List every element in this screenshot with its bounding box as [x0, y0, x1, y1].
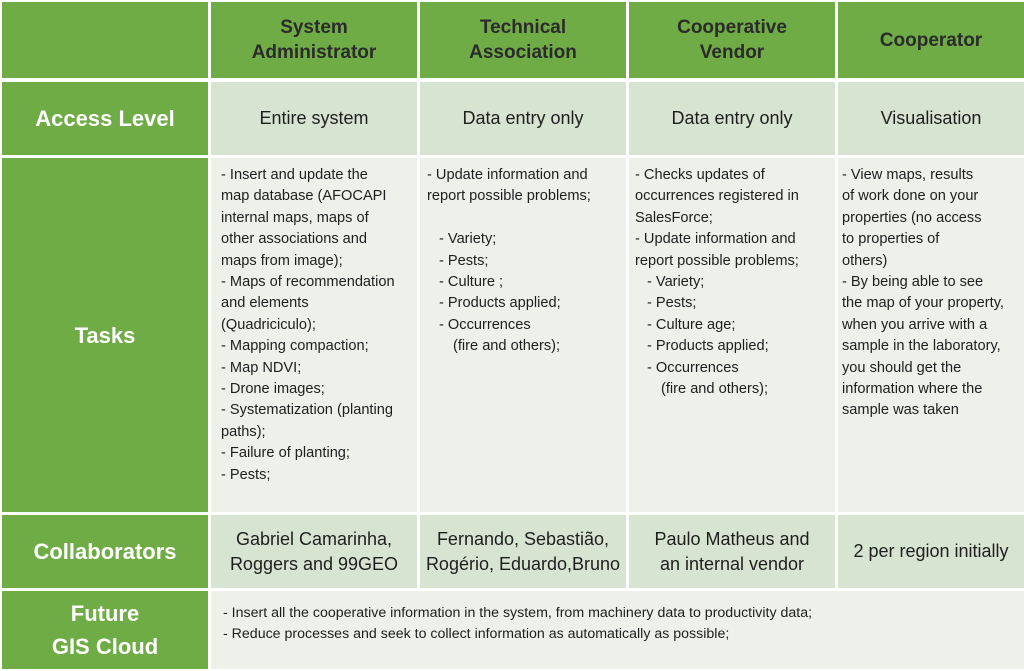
task-line: - Drone images; — [221, 381, 325, 398]
header-line: Association — [469, 42, 577, 63]
task-line: - By being able to see — [842, 274, 984, 291]
task-line: paths); — [221, 423, 266, 440]
task-line: sample was taken — [842, 402, 959, 419]
header-line: System — [280, 17, 348, 38]
collaborator-line: Paulo Matheus and — [654, 528, 810, 549]
collaborators-technical-association: Fernando, Sebastião, Rogério, Eduardo,Bru… — [420, 515, 626, 588]
task-line: when you arrive with a — [842, 316, 988, 333]
collaborator-line: Roggers and 99GEO — [229, 553, 399, 574]
task-line: and elements — [221, 295, 309, 312]
task-line: sample in the laboratory, — [842, 338, 1001, 355]
collaborator-line: Gabriel Camarinha, — [235, 528, 393, 549]
header-line: Cooperator — [879, 29, 983, 51]
header-line: Administrator — [251, 42, 377, 63]
task-subitem: - Variety; — [439, 231, 497, 248]
task-line: map database (AFOCAPI — [221, 188, 387, 205]
task-subitem: - Products applied; — [647, 338, 769, 355]
task-line: other associations and — [221, 231, 368, 248]
access-level-system-administrator: Entire system — [211, 82, 417, 155]
column-header-system-administrator: System Administrator — [211, 2, 417, 78]
task-line: information where the — [842, 381, 983, 398]
task-line: - Maps of recommendation — [221, 274, 395, 291]
collaborators-cooperator: 2 per region initially — [838, 515, 1024, 588]
tasks-cooperative-vendor: - Checks updates of occurrences register… — [629, 158, 835, 512]
task-line: - Systematization (planting — [221, 402, 393, 419]
task-line: - Map NDVI; — [221, 359, 302, 376]
label-line: GIS Cloud — [51, 634, 159, 659]
task-subitem: - Pests; — [439, 252, 489, 269]
task-line: maps from image); — [221, 252, 343, 269]
corner-cell — [2, 2, 208, 78]
task-line: you should get the — [842, 359, 962, 376]
access-level-cooperative-vendor: Data entry only — [629, 82, 835, 155]
task-subitem: - Products applied; — [439, 295, 561, 312]
task-subitem: - Pests; — [647, 295, 697, 312]
task-line: - Update information and — [635, 231, 796, 248]
row-label-access-level: Access Level — [2, 82, 208, 155]
task-line: - View maps, results — [842, 167, 974, 183]
row-label-future-gis-cloud: Future GIS Cloud — [2, 591, 208, 669]
label-line: Future — [70, 601, 140, 626]
task-subitem-continuation: (fire and others); — [453, 338, 561, 355]
task-line: report possible problems; — [427, 188, 591, 205]
task-line: - Checks updates of — [635, 167, 765, 183]
collaborator-line: Fernando, Sebastião, — [436, 528, 610, 549]
task-subitem: - Occurrences — [439, 316, 531, 333]
task-line: - Update information and — [427, 167, 588, 183]
row-label-tasks: Tasks — [2, 158, 208, 512]
task-line: report possible problems; — [635, 252, 799, 269]
task-subitem: - Culture age; — [647, 316, 736, 333]
tasks-cooperator: - View maps, results of work done on you… — [838, 158, 1024, 512]
task-line: - Insert and update the — [221, 167, 368, 183]
collaborator-line: an internal vendor — [659, 553, 805, 574]
access-level-technical-association: Data entry only — [420, 82, 626, 155]
header-line: Technical — [479, 17, 567, 38]
task-line: to properties of — [842, 231, 940, 248]
task-line: occurrences registered in — [635, 188, 799, 205]
collaborator-line: 2 per region initially — [853, 541, 1009, 561]
row-label-collaborators: Collaborators — [2, 515, 208, 588]
collaborators-system-administrator: Gabriel Camarinha, Roggers and 99GEO — [211, 515, 417, 588]
tasks-technical-association: - Update information and report possible… — [420, 158, 626, 512]
header-line: Vendor — [699, 42, 765, 63]
task-line: SalesForce; — [635, 209, 713, 226]
column-header-technical-association: Technical Association — [420, 2, 626, 78]
task-line: of work done on your — [842, 188, 979, 205]
task-line: properties (no access — [842, 209, 982, 226]
task-line: others) — [842, 252, 888, 269]
future-item: - Insert all the cooperative information… — [223, 605, 813, 621]
task-subitem-continuation: (fire and others); — [661, 381, 769, 398]
task-subitem: - Variety; — [647, 274, 705, 291]
future-plans: - Insert all the cooperative information… — [211, 591, 1024, 669]
task-subitem: - Culture ; — [439, 274, 504, 291]
task-line: (Quadriciculo); — [221, 316, 316, 333]
task-line: the map of your property, — [842, 295, 1004, 312]
column-header-cooperator: Cooperator — [838, 2, 1024, 78]
future-item: - Reduce processes and seek to collect i… — [223, 626, 730, 642]
task-line: internal maps, maps of — [221, 209, 369, 226]
header-line: Cooperative — [677, 17, 787, 38]
collaborators-cooperative-vendor: Paulo Matheus and an internal vendor — [629, 515, 835, 588]
collaborator-line: Rogério, Eduardo,Bruno — [425, 553, 621, 574]
task-subitem: - Occurrences — [647, 359, 739, 376]
task-line: - Failure of planting; — [221, 445, 350, 462]
column-header-cooperative-vendor: Cooperative Vendor — [629, 2, 835, 78]
access-level-cooperator: Visualisation — [838, 82, 1024, 155]
task-line: - Mapping compaction; — [221, 338, 369, 355]
task-line: - Pests; — [221, 466, 271, 483]
tasks-system-administrator: - Insert and update the map database (AF… — [211, 158, 417, 512]
